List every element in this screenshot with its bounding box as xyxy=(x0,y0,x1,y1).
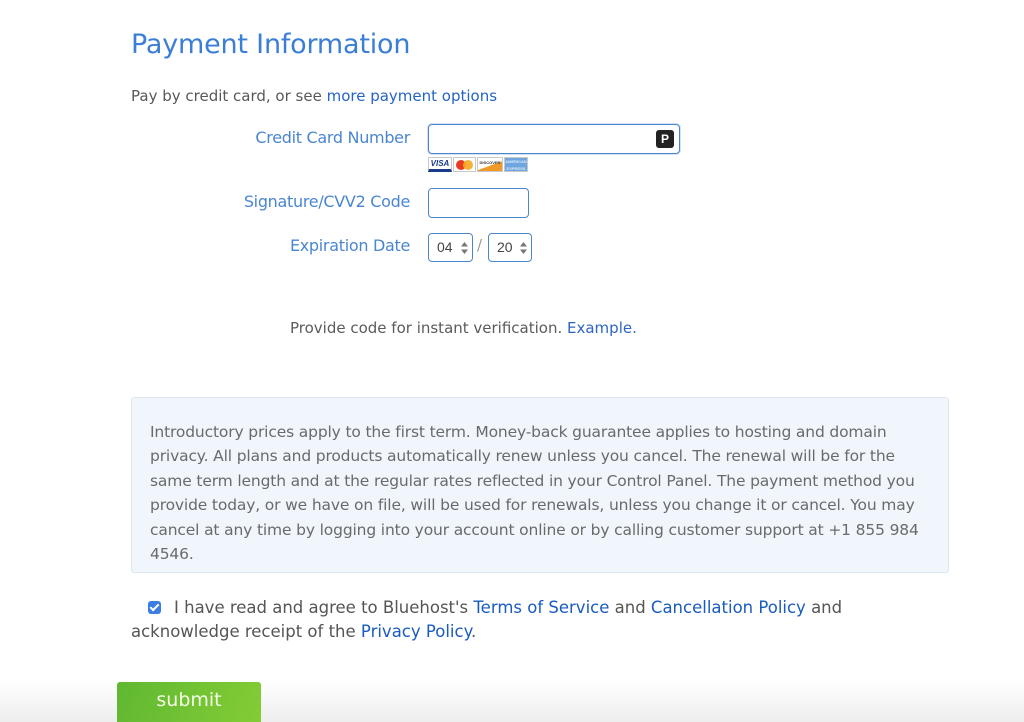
privacy-policy-link[interactable]: Privacy Policy xyxy=(361,622,471,641)
expiration-month-value: 04 xyxy=(437,239,453,255)
american-express-icon: AMERICAN EXPRESS xyxy=(504,157,528,172)
terms-of-service-link[interactable]: Terms of Service xyxy=(473,598,609,617)
credit-card-number-label: Credit Card Number xyxy=(255,128,410,147)
submit-button[interactable]: submit xyxy=(117,682,261,722)
mastercard-icon xyxy=(453,157,476,172)
visa-icon: VISA xyxy=(428,157,452,172)
cancellation-policy-link[interactable]: Cancellation Policy xyxy=(651,598,806,617)
password-manager-p-icon[interactable]: P xyxy=(656,130,674,148)
agreement-text-2: and xyxy=(609,598,651,617)
terms-agreement: I have read and agree to Bluehost's Term… xyxy=(131,596,891,644)
agreement-text-4: . xyxy=(471,622,477,641)
expiration-year-select[interactable]: 20 xyxy=(488,233,532,262)
select-arrows-icon xyxy=(520,242,527,254)
expiration-year-value: 20 xyxy=(497,239,513,255)
agreement-text-1: I have read and agree to Bluehost's xyxy=(174,598,474,617)
credit-card-number-input[interactable]: P xyxy=(428,124,680,154)
payment-options-text: Pay by credit card, or see xyxy=(131,87,327,105)
more-payment-options-link[interactable]: more payment options xyxy=(327,87,497,105)
date-separator: / xyxy=(477,236,483,254)
expiration-month-select[interactable]: 04 xyxy=(428,233,473,262)
verification-hint: Provide code for instant verification. E… xyxy=(290,319,637,337)
cvv-input[interactable] xyxy=(428,188,529,218)
example-link[interactable]: Example. xyxy=(567,319,637,337)
payment-options-line: Pay by credit card, or see more payment … xyxy=(131,87,497,105)
page-title: Payment Information xyxy=(131,29,411,60)
discover-icon: DISCOVER xyxy=(477,157,503,172)
cvv-label: Signature/CVV2 Code xyxy=(243,192,410,211)
accepted-cards: VISA DISCOVER AMERICAN EXPRESS xyxy=(428,157,528,172)
renewal-notice: Introductory prices apply to the first t… xyxy=(131,397,949,573)
verification-text: Provide code for instant verification. xyxy=(290,319,568,337)
select-arrows-icon xyxy=(461,242,468,254)
expiration-date-label: Expiration Date xyxy=(289,236,410,255)
agree-checkbox[interactable] xyxy=(148,601,161,614)
